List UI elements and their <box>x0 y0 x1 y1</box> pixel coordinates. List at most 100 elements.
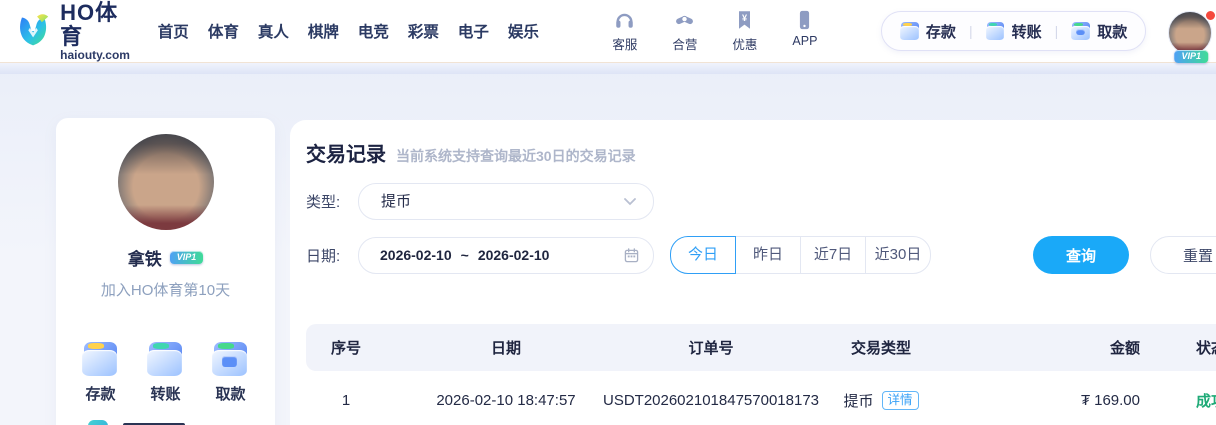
profile-sidebar: 拿铁 VIP1 加入HO体育第10天 存款 转账 取款 <box>56 118 275 425</box>
withdraw-icon <box>1071 22 1091 40</box>
transfer-icon <box>146 342 185 376</box>
cell-date: 2026-02-10 18:47:57 <box>436 391 576 409</box>
user-info: VIP1 拿铁 ¥3.15 永久网 <box>1168 3 1216 63</box>
date-start: 2026-02-10 <box>380 247 452 263</box>
headset-icon <box>616 13 634 28</box>
header-bottom-fade <box>0 62 1216 74</box>
quick-range-group: 今日 昨日 近7日 近30日 <box>670 236 931 274</box>
transaction-records-panel: 交易记录 当前系统支持查询最近30日的交易记录 类型: 提币 日期: 2026-… <box>290 120 1216 425</box>
cell-status: 成功 <box>1195 392 1216 410</box>
date-separator: ~ <box>460 247 469 263</box>
divider: | <box>968 23 973 39</box>
page: HO体育 haiouty.com 首页 体育 真人 棋牌 电竞 彩票 电子 娱乐… <box>0 0 1216 425</box>
deposit-label: 存款 <box>85 386 116 403</box>
tether-currency-symbol: ₮ <box>1080 391 1091 409</box>
cell-order-no: USDT202602101847570018173 <box>602 391 820 409</box>
logo-text: HO体育 haiouty.com <box>60 0 134 62</box>
cell-type: 提币 详情 <box>796 390 966 411</box>
amount-value: 169.00 <box>1094 391 1140 409</box>
wallet-actions-bar: 存款 | 转账 | 取款 <box>880 11 1147 51</box>
transaction-type: 提币 <box>843 392 874 410</box>
deposit-icon <box>81 342 120 376</box>
quick-link-promo[interactable]: ¥ 优惠 <box>725 9 765 53</box>
page-title: 交易记录 <box>306 144 386 166</box>
vip-badge: VIP1 <box>1174 49 1209 63</box>
quick-link-service[interactable]: 客服 <box>605 9 645 53</box>
table-row: 1 2026-02-10 18:47:57 USDT20260210184757… <box>306 371 1216 425</box>
type-selected-value: 提币 <box>381 193 412 210</box>
col-header-type: 交易类型 <box>850 340 911 357</box>
date-filter-row: 日期: 2026-02-10 ~ 2026-02-10 今日 昨日 近7日 近3… <box>306 236 1216 274</box>
range-today-button[interactable]: 今日 <box>670 236 736 274</box>
cell-amount: ₮ 169.00 <box>966 392 1146 409</box>
sidebar-join-text: 加入HO体育第10天 <box>100 282 231 299</box>
quick-links: 客服 合营 ¥ 优惠 APP <box>605 9 825 53</box>
sidebar-name-row: 拿铁 VIP1 <box>56 245 275 270</box>
logo-icon <box>20 14 49 46</box>
transfer-icon <box>985 22 1006 40</box>
nav-item-home[interactable]: 首页 <box>158 20 189 42</box>
search-button[interactable]: 查询 <box>1033 236 1129 274</box>
main-nav: 首页 体育 真人 棋牌 电竞 彩票 电子 娱乐 <box>158 20 539 42</box>
range-30days-button[interactable]: 近30日 <box>865 236 931 274</box>
phone-icon <box>800 10 810 30</box>
col-header-status: 状态 <box>1195 340 1216 357</box>
quick-link-label: 客服 <box>612 38 638 52</box>
logo[interactable]: HO体育 haiouty.com <box>14 0 134 62</box>
nav-item-entertainment[interactable]: 娱乐 <box>508 20 539 42</box>
sidebar-menu-item-partial[interactable] <box>88 420 185 425</box>
user-avatar[interactable]: VIP1 <box>1168 9 1216 63</box>
range-yesterday-button[interactable]: 昨日 <box>735 236 801 274</box>
quick-link-partner[interactable]: 合营 <box>665 9 705 53</box>
range-7days-button[interactable]: 近7日 <box>800 236 866 274</box>
header-transfer-button[interactable]: 转账 <box>985 21 1042 42</box>
quick-link-app[interactable]: APP <box>785 9 825 53</box>
logo-title: HO体育 <box>60 0 119 49</box>
withdraw-label: 取款 <box>215 386 246 403</box>
sidebar-user-name: 拿铁 <box>127 250 162 269</box>
date-end: 2026-02-10 <box>477 247 550 263</box>
type-select[interactable]: 提币 <box>358 183 654 220</box>
nav-item-slots[interactable]: 电子 <box>458 20 489 42</box>
nav-item-live-casino[interactable]: 真人 <box>258 20 289 42</box>
sidebar-avatar <box>117 134 214 230</box>
withdraw-icon <box>211 342 250 376</box>
withdraw-label: 取款 <box>1097 23 1128 41</box>
header-deposit-button[interactable]: 存款 <box>899 21 956 42</box>
coupon-icon: ¥ <box>739 11 751 29</box>
date-label: 日期: <box>306 247 341 265</box>
quick-link-label: APP <box>792 34 818 48</box>
nav-item-chess[interactable]: 棋牌 <box>308 20 339 42</box>
deposit-label: 存款 <box>925 23 956 41</box>
nav-item-sports[interactable]: 体育 <box>208 20 239 42</box>
col-header-amount: 金额 <box>1109 340 1140 357</box>
page-subtitle: 当前系统支持查询最近30日的交易记录 <box>396 148 636 164</box>
cell-index: 1 <box>341 391 351 409</box>
handshake-icon <box>676 15 694 25</box>
transfer-label: 转账 <box>1011 23 1042 41</box>
divider: | <box>1054 23 1059 39</box>
sidebar-withdraw-button[interactable]: 取款 <box>211 342 251 404</box>
header-withdraw-button[interactable]: 取款 <box>1071 21 1127 42</box>
logo-domain: haiouty.com <box>60 47 130 62</box>
nav-item-esports[interactable]: 电竞 <box>358 20 389 42</box>
vip-badge: VIP1 <box>169 251 204 264</box>
type-filter-row: 类型: 提币 <box>306 183 1216 220</box>
sidebar-actions: 存款 转账 取款 <box>56 342 275 404</box>
quick-link-label: 合营 <box>672 38 698 52</box>
deposit-icon <box>899 22 920 40</box>
table-header-row: 序号 日期 订单号 交易类型 金额 状态 <box>306 324 1216 371</box>
reset-button[interactable]: 重置 <box>1150 236 1216 274</box>
date-range-input[interactable]: 2026-02-10 ~ 2026-02-10 <box>358 236 654 274</box>
transactions-table: 序号 日期 订单号 交易类型 金额 状态 1 2026-02-10 18:47:… <box>306 324 1216 425</box>
detail-link[interactable]: 详情 <box>881 390 919 410</box>
chevron-down-icon <box>624 198 636 206</box>
calendar-icon <box>624 247 639 262</box>
col-header-order-no: 订单号 <box>688 340 734 357</box>
quick-link-label: 优惠 <box>732 38 758 52</box>
transfer-label: 转账 <box>150 386 181 403</box>
nav-item-lottery[interactable]: 彩票 <box>408 20 439 42</box>
sidebar-deposit-button[interactable]: 存款 <box>81 342 121 404</box>
profile-icon <box>88 420 108 425</box>
sidebar-transfer-button[interactable]: 转账 <box>146 342 186 404</box>
